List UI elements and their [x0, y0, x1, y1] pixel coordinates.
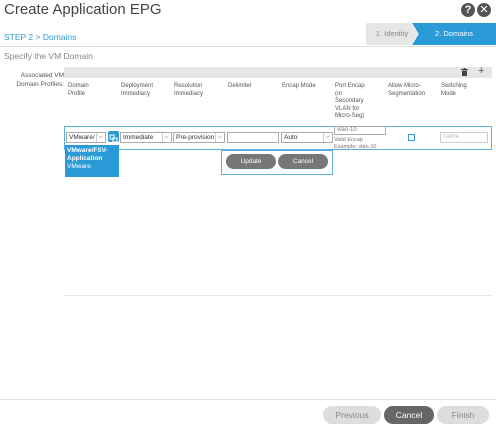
header-line: Delimiter	[228, 83, 252, 89]
cancel-button[interactable]: Cancel	[384, 406, 434, 424]
deployment-immediacy-select[interactable]: Immediate ⌵	[120, 132, 172, 143]
select-value: Auto	[284, 134, 298, 141]
column-header-deployment-immediacy: Deployment Immediacy	[121, 83, 153, 98]
resolution-immediacy-select[interactable]: Pre-provision ⌵	[173, 132, 225, 143]
header-line: Segmentation	[388, 90, 426, 97]
encap-mode-select[interactable]: Auto ⌵	[281, 132, 333, 143]
header-line: Micro-Seg)	[335, 113, 365, 119]
wizard-step-domains[interactable]: 2. Domains	[412, 23, 496, 45]
header-line: Encap Mode	[282, 83, 316, 89]
header-line: Resolution	[174, 83, 203, 89]
table-bottom-line	[64, 295, 492, 296]
header-line: VLAN for	[335, 105, 360, 112]
select-value: Pre-provision	[176, 134, 215, 141]
chevron-down-icon: ⌵	[96, 133, 104, 142]
previous-button[interactable]: Previous	[323, 406, 381, 424]
delimiter-input[interactable]	[227, 132, 279, 143]
plus-icon[interactable]: +	[478, 65, 484, 77]
select-value: Immediate	[123, 134, 154, 141]
chevron-down-icon: ⌵	[215, 133, 223, 142]
port-encap-input[interactable]: vlan-10	[334, 126, 386, 135]
label-line: Associated VM	[20, 72, 64, 79]
header-line: Port Encap	[335, 83, 365, 89]
link-icon[interactable]	[108, 131, 119, 143]
header-line: Switching	[441, 83, 467, 89]
option-line: VMware	[67, 163, 91, 170]
close-icon[interactable]: ✕	[477, 3, 491, 17]
allow-micro-segmentation-checkbox[interactable]	[408, 134, 415, 141]
dialog-title: Create Application EPG	[4, 1, 162, 18]
domain-profile-dropdown-option[interactable]: VMware/FSV- Application VMware	[65, 145, 119, 177]
column-header-domain-profile: Domain Profile	[68, 83, 89, 98]
header-line: Secondary	[335, 98, 364, 104]
row-cancel-button[interactable]: Cancel	[278, 154, 328, 169]
header-line: Deployment	[121, 83, 154, 89]
switching-mode-input[interactable]: native	[440, 132, 488, 143]
hint-line: Example: vlan-10	[334, 143, 377, 150]
column-header-port-encap: Port Encap (or Secondary VLAN for Micro-…	[335, 83, 365, 121]
update-button[interactable]: Update	[226, 154, 276, 169]
select-value: VMware/	[69, 134, 95, 141]
help-icon[interactable]: ?	[461, 3, 475, 17]
column-header-allow-micro-segmentation: Allow Micro- Segmentation	[388, 83, 425, 98]
vm-domain-profiles-label: Associated VM Domain Profiles:	[2, 71, 64, 89]
domain-profile-select[interactable]: VMware/ ⌵	[66, 132, 106, 143]
chevron-down-icon: ⌵	[323, 133, 331, 142]
column-header-delimiter: Delimiter	[228, 83, 252, 91]
footer-divider	[0, 399, 496, 400]
option-line: Application	[67, 155, 103, 162]
header-line: (or	[335, 90, 343, 97]
header-line: Domain	[68, 83, 89, 89]
label-line: Domain Profiles:	[16, 81, 64, 88]
port-encap-hint: Valid Encap Example: vlan-10	[334, 137, 377, 150]
trash-icon[interactable]	[461, 68, 468, 76]
chevron-down-icon: ⌵	[162, 133, 170, 142]
step-label: STEP 2 > Domains	[4, 32, 77, 42]
header-line: Mode	[441, 90, 457, 97]
dialog-titlebar: Create Application EPG ? ✕	[0, 0, 496, 21]
header-line: Immediacy	[174, 90, 204, 97]
header-line: Immediacy	[121, 90, 151, 97]
option-line: VMware/FSV-	[67, 147, 108, 154]
column-header-resolution-immediacy: Resolution Immediacy	[174, 83, 203, 98]
table-toolbar	[64, 67, 492, 78]
header-line: Allow Micro-	[388, 83, 421, 89]
column-header-encap-mode: Encap Mode	[282, 83, 316, 91]
finish-button[interactable]: Finish	[437, 406, 489, 424]
column-header-switching-mode: Switching Mode	[441, 83, 467, 98]
header-divider	[0, 46, 496, 47]
header-line: Profile	[68, 90, 86, 97]
page-subtitle: Specify the VM Domain	[4, 51, 93, 61]
wizard-step-identity[interactable]: 1. Identity	[366, 23, 418, 45]
